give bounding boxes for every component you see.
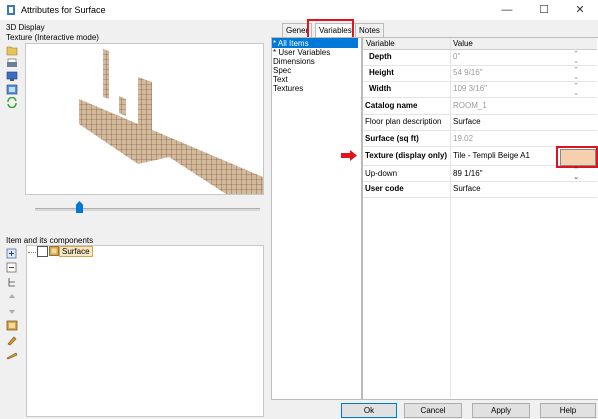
expand-icon[interactable] bbox=[6, 248, 18, 259]
value-height[interactable]: 54 9/16" bbox=[453, 68, 483, 77]
header-value: Value bbox=[453, 39, 473, 48]
print-icon[interactable] bbox=[6, 58, 18, 69]
apply-button[interactable]: Apply bbox=[472, 403, 530, 418]
var-texture: Texture (display only) bbox=[365, 151, 448, 160]
cancel-button[interactable]: Cancel bbox=[404, 403, 462, 418]
tree-item-surface[interactable]: Surface bbox=[59, 246, 93, 257]
view-icon[interactable] bbox=[6, 84, 18, 95]
tab-highlight-box bbox=[307, 19, 354, 39]
var-surface-sqft: Surface (sq ft) bbox=[365, 134, 419, 143]
grid-header bbox=[363, 38, 597, 50]
item-icon[interactable] bbox=[6, 320, 18, 331]
maximize-button[interactable]: ☐ bbox=[526, 0, 562, 20]
row-divider bbox=[363, 114, 597, 115]
column-divider bbox=[450, 38, 451, 398]
height-spinner[interactable]: ⌃ ⌄ bbox=[572, 67, 580, 81]
help-button[interactable]: Help bbox=[540, 403, 596, 418]
tile-surface-render bbox=[79, 49, 263, 194]
value-surface-sqft: 19.02 bbox=[453, 134, 474, 143]
value-user-code[interactable]: Surface bbox=[453, 184, 481, 193]
app-icon bbox=[7, 5, 15, 15]
hierarchy-icon[interactable] bbox=[6, 277, 18, 288]
value-texture: Tile - Templi Beige A1 bbox=[453, 151, 530, 160]
pencil-icon[interactable] bbox=[6, 349, 18, 360]
swatch-highlight-box bbox=[556, 146, 598, 168]
display-label: 3D Display bbox=[6, 23, 45, 32]
move-down-icon[interactable] bbox=[6, 305, 18, 316]
width-spinner[interactable]: ⌃ ⌄ bbox=[572, 83, 580, 97]
up-down-spinner[interactable]: ⌃ ⌄ bbox=[572, 167, 580, 181]
var-catalog-name: Catalog name bbox=[365, 101, 418, 110]
var-up-down: Up-down bbox=[365, 169, 398, 178]
category-dimensions[interactable]: Dimensions bbox=[273, 57, 315, 66]
surface-icon bbox=[49, 246, 59, 256]
pointer-arrow-icon bbox=[341, 150, 357, 161]
slider-thumb[interactable] bbox=[76, 201, 83, 213]
category-user-variables[interactable]: * User Variables bbox=[273, 48, 330, 57]
value-floor-plan-description[interactable]: Surface bbox=[453, 117, 481, 126]
category-all-items[interactable]: * All Items bbox=[273, 39, 309, 48]
collapse-icon[interactable] bbox=[6, 262, 18, 273]
minimize-button[interactable]: — bbox=[489, 0, 525, 20]
header-variable: Variable bbox=[366, 39, 395, 48]
row-divider bbox=[363, 130, 597, 131]
var-width: Width bbox=[369, 84, 392, 93]
value-width[interactable]: 109 3/16" bbox=[453, 84, 487, 93]
ok-button[interactable]: Ok bbox=[341, 403, 397, 418]
depth-spinner[interactable]: ⌃ ⌄ bbox=[572, 51, 580, 65]
var-floor-plan-description: Floor plan description bbox=[365, 117, 442, 126]
refresh-icon[interactable] bbox=[6, 97, 18, 108]
row-divider bbox=[363, 97, 597, 98]
value-catalog-name: ROOM_1 bbox=[453, 101, 487, 110]
paint-icon[interactable] bbox=[6, 335, 18, 346]
folder-icon[interactable] bbox=[6, 45, 18, 56]
move-up-icon[interactable] bbox=[6, 292, 18, 303]
tree-item-checkbox[interactable] bbox=[37, 246, 48, 257]
monitor-icon[interactable] bbox=[6, 71, 18, 82]
category-spec[interactable]: Spec bbox=[273, 66, 291, 75]
3d-preview[interactable] bbox=[25, 43, 264, 195]
var-height: Height bbox=[369, 68, 394, 77]
value-depth[interactable]: 0" bbox=[453, 52, 460, 61]
window-title: Attributes for Surface bbox=[21, 5, 106, 15]
row-divider bbox=[363, 197, 597, 198]
slider-track[interactable] bbox=[35, 208, 260, 211]
var-depth: Depth bbox=[369, 52, 392, 61]
row-divider bbox=[363, 181, 597, 182]
value-up-down[interactable]: 89 1/16" bbox=[453, 169, 483, 178]
tab-notes[interactable]: Notes bbox=[355, 23, 384, 37]
row-divider bbox=[363, 81, 597, 82]
category-textures[interactable]: Textures bbox=[273, 84, 303, 93]
components-label: Item and its components bbox=[6, 236, 94, 245]
category-text[interactable]: Text bbox=[273, 75, 288, 84]
var-user-code: User code bbox=[365, 184, 404, 193]
components-tree[interactable] bbox=[26, 245, 264, 417]
close-button[interactable]: ✕ bbox=[562, 0, 598, 20]
texture-mode-label: Texture (Interactive mode) bbox=[6, 33, 99, 42]
row-divider bbox=[363, 65, 597, 66]
tree-connector bbox=[28, 252, 36, 253]
